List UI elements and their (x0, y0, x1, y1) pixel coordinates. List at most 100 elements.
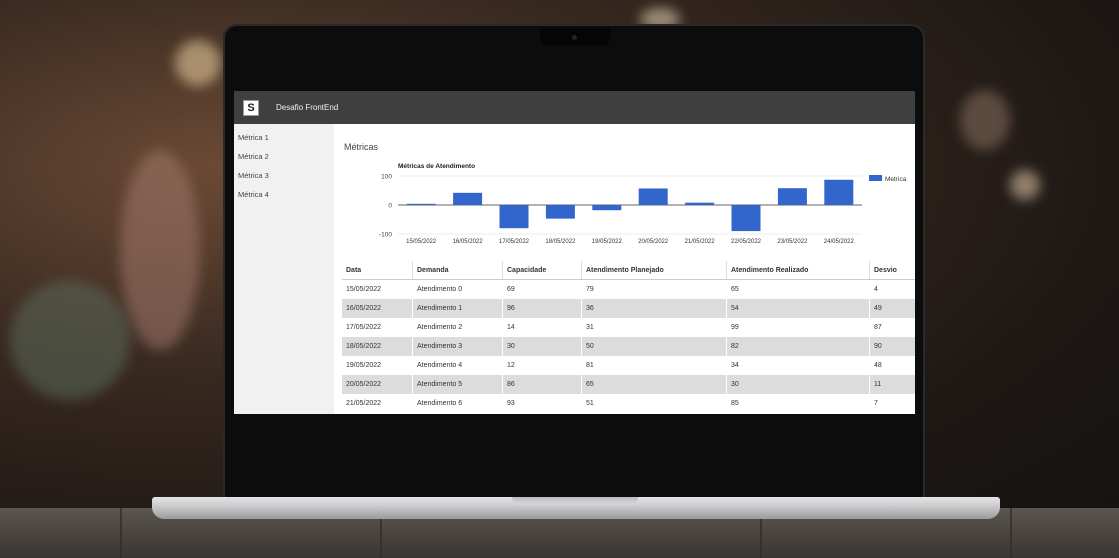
table-cell: 65 (726, 279, 870, 299)
table-cell: Atendimento 1 (412, 299, 503, 318)
column-header[interactable]: Capacidade (502, 261, 582, 280)
y-tick-label: 0 (388, 203, 392, 210)
table-cell: 48 (869, 356, 915, 375)
background-light (120, 150, 200, 350)
table-cell: 30 (726, 375, 870, 394)
app-header: S Desafio FrontEnd (234, 91, 915, 124)
table-cell: 17/05/2022 (346, 324, 382, 331)
column-header[interactable]: Demanda (412, 261, 503, 280)
chart-x-axis: 15/05/2022 16/05/2022 17/05/2022 18/05/2022… (406, 239, 854, 245)
table-cell: 51 (581, 394, 727, 413)
chart-bar (453, 192, 483, 205)
table-row[interactable]: 21/05/2022 Atendimento 6 93 51 85 7 (342, 394, 915, 413)
table-cell: Atendimento 0 (412, 279, 503, 299)
table-cell: 20/05/2022 (346, 381, 382, 388)
chart-title: Métricas de Atendimento (398, 163, 475, 170)
x-tick-label: 17/05/2022 (499, 239, 530, 245)
sidebar-item-metrica-4[interactable]: Métrica 4 (234, 185, 334, 204)
table-cell: 34 (726, 356, 870, 375)
camera-icon (572, 35, 577, 40)
table-cell: 7 (869, 394, 915, 413)
table-cell: Atendimento 5 (412, 375, 503, 394)
x-tick-label: 16/05/2022 (453, 239, 484, 245)
legend-swatch (869, 175, 882, 181)
sidebar-item-metrica-3[interactable]: Métrica 3 (234, 166, 334, 185)
column-header[interactable]: Atendimento Planejado (581, 261, 727, 280)
table-row[interactable]: 19/05/2022 Atendimento 4 12 81 34 48 (342, 356, 915, 375)
sidebar-item-metrica-2[interactable]: Métrica 2 (234, 147, 334, 166)
chart-bar (592, 205, 622, 211)
table-cell: 82 (726, 337, 870, 356)
table-cell: 11 (869, 375, 915, 394)
y-tick-label: -100 (379, 232, 392, 239)
table-cell: 87 (869, 318, 915, 337)
table-cell: 21/05/2022 (346, 400, 382, 407)
chart-bars (406, 179, 854, 232)
table-row[interactable]: 15/05/2022 Atendimento 0 69 79 65 4 (342, 279, 915, 299)
sidebar: Métrica 1 Métrica 2 Métrica 3 Métrica 4 (234, 124, 334, 414)
sidebar-item-metrica-1[interactable]: Métrica 1 (234, 128, 334, 147)
table-cell: 12 (502, 356, 582, 375)
table-cell: Atendimento 2 (412, 318, 503, 337)
table-cell: 79 (581, 279, 727, 299)
table-cell: 14 (502, 318, 582, 337)
chart-legend: Metrica (869, 175, 907, 183)
chart-y-axis: 100 0 -100 (379, 174, 392, 239)
background-light (1010, 170, 1040, 200)
chart-bar (685, 202, 715, 205)
x-tick-label: 20/05/2022 (638, 239, 669, 245)
table-cell: 90 (869, 337, 915, 356)
table-cell: 16/05/2022 (346, 305, 382, 312)
column-header[interactable]: Data (342, 261, 413, 280)
chart-bar (824, 179, 854, 205)
table-cell: 30 (502, 337, 582, 356)
table-row[interactable]: 18/05/2022 Atendimento 3 30 50 82 90 (342, 337, 915, 356)
metrics-chart: Métricas de Atendimento 100 0 -100 15/05/2… (379, 163, 907, 245)
table-header-row: Data Demanda Capacidade Atendimento Plan… (342, 261, 915, 280)
background-light (960, 90, 1010, 150)
chart-bar (545, 205, 575, 219)
x-tick-label: 15/05/2022 (406, 239, 437, 245)
legend-label: Metrica (885, 176, 907, 183)
attendance-table: Data Demanda Capacidade Atendimento Plan… (342, 261, 915, 413)
chart-bar (406, 203, 436, 205)
y-tick-label: 100 (381, 174, 392, 181)
table-cell: 15/05/2022 (346, 286, 382, 293)
app-window: S Desafio FrontEnd Métrica 1 Métrica 2 M… (234, 91, 915, 414)
table-cell: 69 (502, 279, 582, 299)
chart-bar (638, 188, 668, 205)
app-logo[interactable]: S (243, 99, 259, 116)
table-row[interactable]: 20/05/2022 Atendimento 5 86 65 30 11 (342, 375, 915, 394)
table-body: 15/05/2022 Atendimento 0 69 79 65 4 16/05/2022… (342, 279, 915, 413)
app-title: Desafio FrontEnd (276, 103, 339, 112)
table-cell: 99 (726, 318, 870, 337)
table-cell: 54 (726, 299, 870, 318)
table-cell: Atendimento 3 (412, 337, 503, 356)
main-content: Métricas Métricas de Atendimento 100 0 -10… (334, 124, 915, 414)
column-header[interactable]: Desvio (869, 261, 915, 280)
chart-bar (499, 205, 529, 229)
table-cell: 85 (726, 394, 870, 413)
table-cell: 50 (581, 337, 727, 356)
table-row[interactable]: 17/05/2022 Atendimento 2 14 31 99 87 (342, 318, 915, 337)
chart-bar (731, 205, 761, 232)
table-cell: 93 (502, 394, 582, 413)
table-cell: 86 (502, 375, 582, 394)
table-row[interactable]: 16/05/2022 Atendimento 1 96 36 54 49 (342, 299, 915, 318)
table-cell: 4 (869, 279, 915, 299)
x-tick-label: 24/05/2022 (824, 239, 855, 245)
table-cell: 65 (581, 375, 727, 394)
laptop-base-groove (512, 497, 638, 505)
table-cell: 36 (581, 299, 727, 318)
table-cell: 96 (502, 299, 582, 318)
table-cell: 18/05/2022 (346, 343, 382, 350)
table-cell: Atendimento 6 (412, 394, 503, 413)
background-light (10, 280, 130, 400)
x-tick-label: 22/05/2022 (731, 239, 762, 245)
table-cell: Atendimento 4 (412, 356, 503, 375)
x-tick-label: 18/05/2022 (545, 239, 576, 245)
column-header[interactable]: Atendimento Realizado (726, 261, 870, 280)
table-cell: 19/05/2022 (346, 362, 382, 369)
table-cell: 31 (581, 318, 727, 337)
background-light (175, 40, 221, 86)
